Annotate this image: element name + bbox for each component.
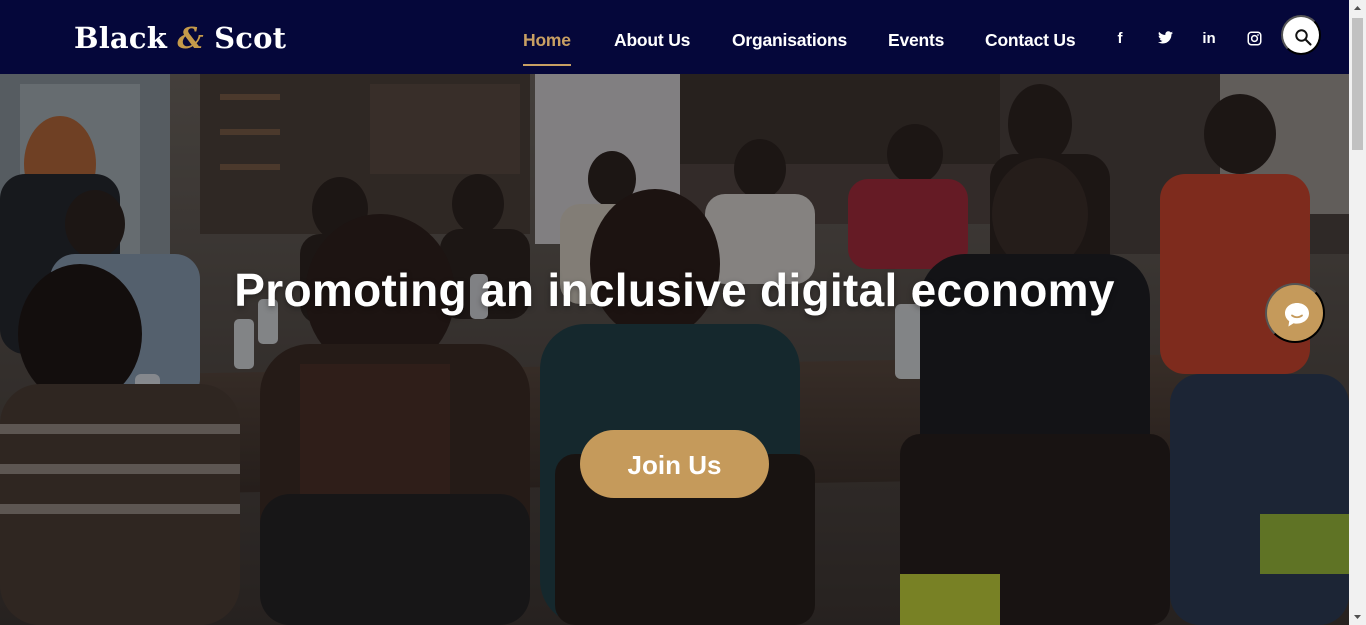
hero-section: Promoting an inclusive digital economy J… [0, 74, 1349, 625]
nav-item-about-us[interactable]: About Us [614, 29, 690, 51]
nav-item-organisations[interactable]: Organisations [732, 29, 847, 51]
nav-item-events[interactable]: Events [888, 29, 944, 51]
scrollbar-thumb[interactable] [1352, 18, 1363, 150]
site-header: Black & Scot Home About Us Organisations… [0, 0, 1349, 74]
chat-widget-button[interactable] [1265, 283, 1325, 343]
join-us-button[interactable]: Join Us [580, 430, 769, 498]
logo-text-black: Black [74, 21, 168, 55]
search-icon [1295, 29, 1312, 46]
page-scrollbar[interactable] [1349, 0, 1366, 625]
scroll-up-arrow-icon[interactable] [1349, 0, 1366, 17]
linkedin-icon[interactable]: in [1199, 28, 1219, 50]
scroll-down-arrow-icon[interactable] [1349, 608, 1366, 625]
hero-title: Promoting an inclusive digital economy [234, 264, 1115, 316]
nav-item-home[interactable]: Home [523, 29, 571, 51]
site-logo[interactable]: Black & Scot [74, 20, 286, 56]
search-button[interactable] [1281, 15, 1321, 55]
logo-ampersand: & [177, 21, 204, 55]
instagram-icon[interactable] [1244, 28, 1264, 50]
facebook-icon[interactable]: f [1110, 28, 1130, 50]
active-nav-underline [523, 64, 571, 66]
twitter-icon[interactable] [1155, 28, 1175, 50]
page: Black & Scot Home About Us Organisations… [0, 0, 1366, 625]
nav-item-contact-us[interactable]: Contact Us [985, 29, 1076, 51]
chat-bubble-icon [1285, 303, 1309, 327]
logo-text-scot: Scot [214, 21, 287, 55]
hero-dark-overlay [0, 74, 1349, 625]
